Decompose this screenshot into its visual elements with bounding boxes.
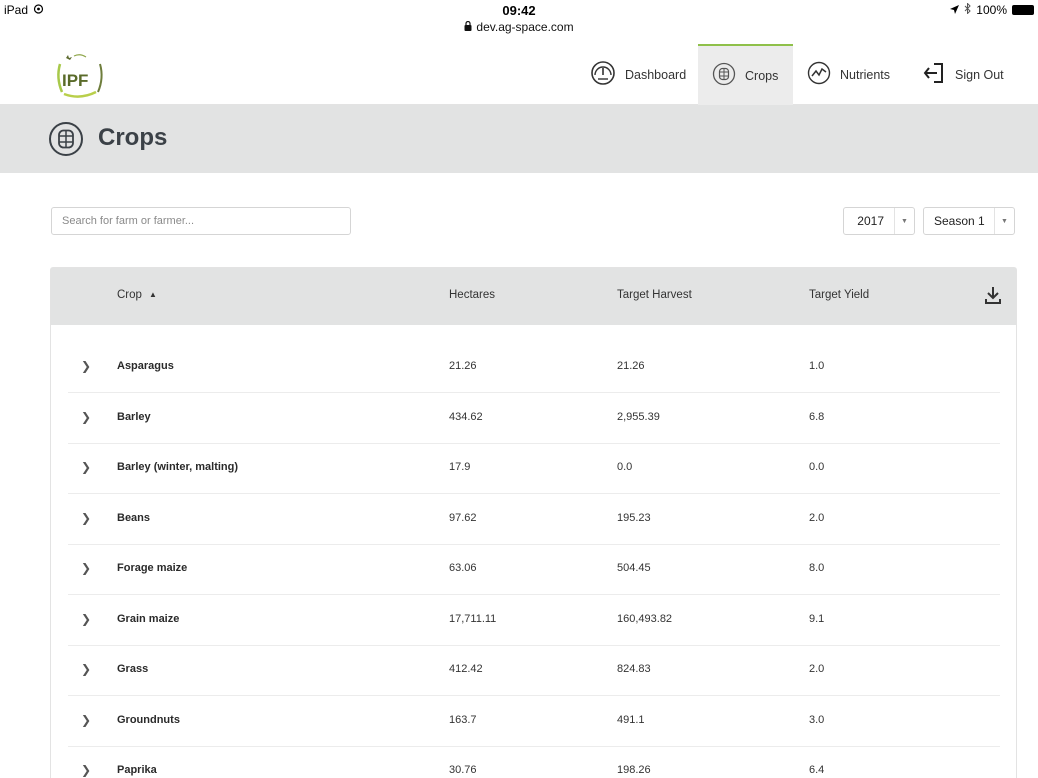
page-title: Crops (98, 124, 168, 151)
clock: 09:42 (502, 3, 536, 18)
app-header: IPF Dashboard Crops Nutrients Sign Out (0, 44, 1038, 105)
nav-nutrients[interactable]: Nutrients (807, 44, 907, 105)
page-header: Crops (0, 105, 1038, 173)
season-select-value: Season 1 (934, 214, 985, 228)
target-yield-value: 6.4 (809, 764, 825, 776)
nav-nutrients-label: Nutrients (840, 67, 891, 82)
hectares-value: 434.62 (449, 411, 483, 423)
target-harvest-value: 491.1 (617, 714, 645, 726)
target-harvest-value: 2,955.39 (617, 411, 660, 423)
nav-dashboard[interactable]: Dashboard (590, 44, 694, 105)
hectares-value: 97.62 (449, 512, 477, 524)
crop-name: Grass (117, 663, 149, 675)
crops-table: Crop ▲ Hectares Target Harvest Target Yie… (50, 267, 1017, 778)
column-header-target-yield[interactable]: Target Yield (809, 289, 869, 301)
crop-name: Barley (winter, malting) (117, 461, 239, 473)
gauge-icon (590, 60, 616, 89)
season-select[interactable]: Season 1 ▼ (923, 207, 1015, 235)
year-select[interactable]: 2017 ▼ (843, 207, 915, 235)
target-yield-value: 2.0 (809, 663, 825, 675)
expand-chevron-icon[interactable]: ❯ (81, 460, 91, 474)
target-yield-value: 0.0 (809, 461, 825, 473)
crop-name: Asparagus (117, 360, 174, 372)
logo-text: IPF (62, 71, 88, 90)
hectares-value: 17.9 (449, 461, 471, 473)
status-bar: iPad 09:42 dev.ag-space.com 100% (0, 0, 1038, 44)
expand-chevron-icon[interactable]: ❯ (81, 410, 91, 424)
nav-sign-out-label: Sign Out (955, 67, 1004, 82)
expand-chevron-icon[interactable]: ❯ (81, 763, 91, 777)
sort-ascending-icon: ▲ (148, 290, 157, 299)
crop-name: Barley (117, 411, 151, 423)
ipf-logo[interactable]: IPF (52, 50, 108, 100)
hectares-value: 21.26 (449, 360, 477, 372)
nav-sign-out[interactable]: Sign Out (922, 44, 1012, 105)
target-harvest-value: 504.45 (617, 562, 651, 574)
sign-out-icon (922, 61, 946, 88)
chevron-down-icon: ▼ (894, 208, 914, 234)
table-row[interactable]: ❯ Forage maize 63.06 504.45 8.0 (68, 544, 1000, 595)
nav-crops-label: Crops (745, 68, 779, 83)
hectares-value: 163.7 (449, 714, 477, 726)
table-header: Crop ▲ Hectares Target Harvest Target Yie… (51, 268, 1016, 325)
target-harvest-value: 195.23 (617, 512, 651, 524)
nav-crops[interactable]: Crops (698, 44, 793, 105)
table-row[interactable]: ❯ Barley 434.62 2,955.39 6.8 (68, 393, 1000, 444)
table-row[interactable]: ❯ Paprika 30.76 198.26 6.4 (68, 746, 1000, 778)
expand-chevron-icon[interactable]: ❯ (81, 561, 91, 575)
target-yield-value: 9.1 (809, 613, 825, 625)
target-yield-value: 3.0 (809, 714, 825, 726)
hectares-value: 17,711.11 (449, 613, 497, 625)
expand-chevron-icon[interactable]: ❯ (81, 662, 91, 676)
target-yield-value: 2.0 (809, 512, 825, 524)
target-yield-value: 8.0 (809, 562, 825, 574)
crops-icon (712, 62, 736, 89)
battery-icon (1012, 5, 1034, 15)
crop-name: Grain maize (117, 613, 180, 625)
crop-name: Beans (117, 512, 151, 524)
target-harvest-value: 198.26 (617, 764, 651, 776)
crop-name: Paprika (117, 764, 157, 776)
crops-icon (48, 121, 84, 162)
lock-icon (464, 20, 472, 34)
url-text: dev.ag-space.com (476, 20, 574, 34)
expand-chevron-icon[interactable]: ❯ (81, 511, 91, 525)
table-row[interactable]: ❯ Asparagus 21.26 21.26 1.0 (68, 342, 1000, 393)
target-harvest-value: 21.26 (617, 360, 645, 372)
address-bar[interactable]: dev.ag-space.com (464, 20, 574, 34)
crop-name: Groundnuts (117, 714, 180, 726)
hectares-value: 412.42 (449, 663, 483, 675)
download-icon[interactable] (984, 285, 1002, 310)
year-select-value: 2017 (857, 214, 884, 228)
target-yield-value: 6.8 (809, 411, 825, 423)
target-harvest-value: 0.0 (617, 461, 633, 473)
bluetooth-icon (964, 2, 972, 17)
target-harvest-value: 824.83 (617, 663, 651, 675)
expand-chevron-icon[interactable]: ❯ (81, 612, 91, 626)
search-input[interactable] (51, 207, 351, 235)
column-header-hectares[interactable]: Hectares (449, 289, 495, 301)
location-icon (950, 3, 960, 17)
expand-chevron-icon[interactable]: ❯ (81, 359, 91, 373)
hectares-value: 30.76 (449, 764, 477, 776)
chevron-down-icon: ▼ (994, 208, 1014, 234)
nutrients-icon (807, 61, 831, 88)
column-header-target-harvest[interactable]: Target Harvest (617, 289, 692, 301)
column-header-crop[interactable]: Crop ▲ (117, 289, 157, 301)
table-row[interactable]: ❯ Grain maize 17,711.11 160,493.82 9.1 (68, 595, 1000, 646)
table-row[interactable]: ❯ Barley (winter, malting) 17.9 0.0 0.0 (68, 443, 1000, 494)
target-yield-value: 1.0 (809, 360, 825, 372)
battery-percent: 100% (976, 3, 1007, 17)
table-row[interactable]: ❯ Grass 412.42 824.83 2.0 (68, 645, 1000, 696)
table-row[interactable]: ❯ Beans 97.62 195.23 2.0 (68, 494, 1000, 545)
table-row[interactable]: ❯ Groundnuts 163.7 491.1 3.0 (68, 696, 1000, 747)
target-harvest-value: 160,493.82 (617, 613, 673, 625)
nav-dashboard-label: Dashboard (625, 67, 687, 82)
hectares-value: 63.06 (449, 562, 477, 574)
crop-name: Forage maize (117, 562, 188, 574)
expand-chevron-icon[interactable]: ❯ (81, 713, 91, 727)
